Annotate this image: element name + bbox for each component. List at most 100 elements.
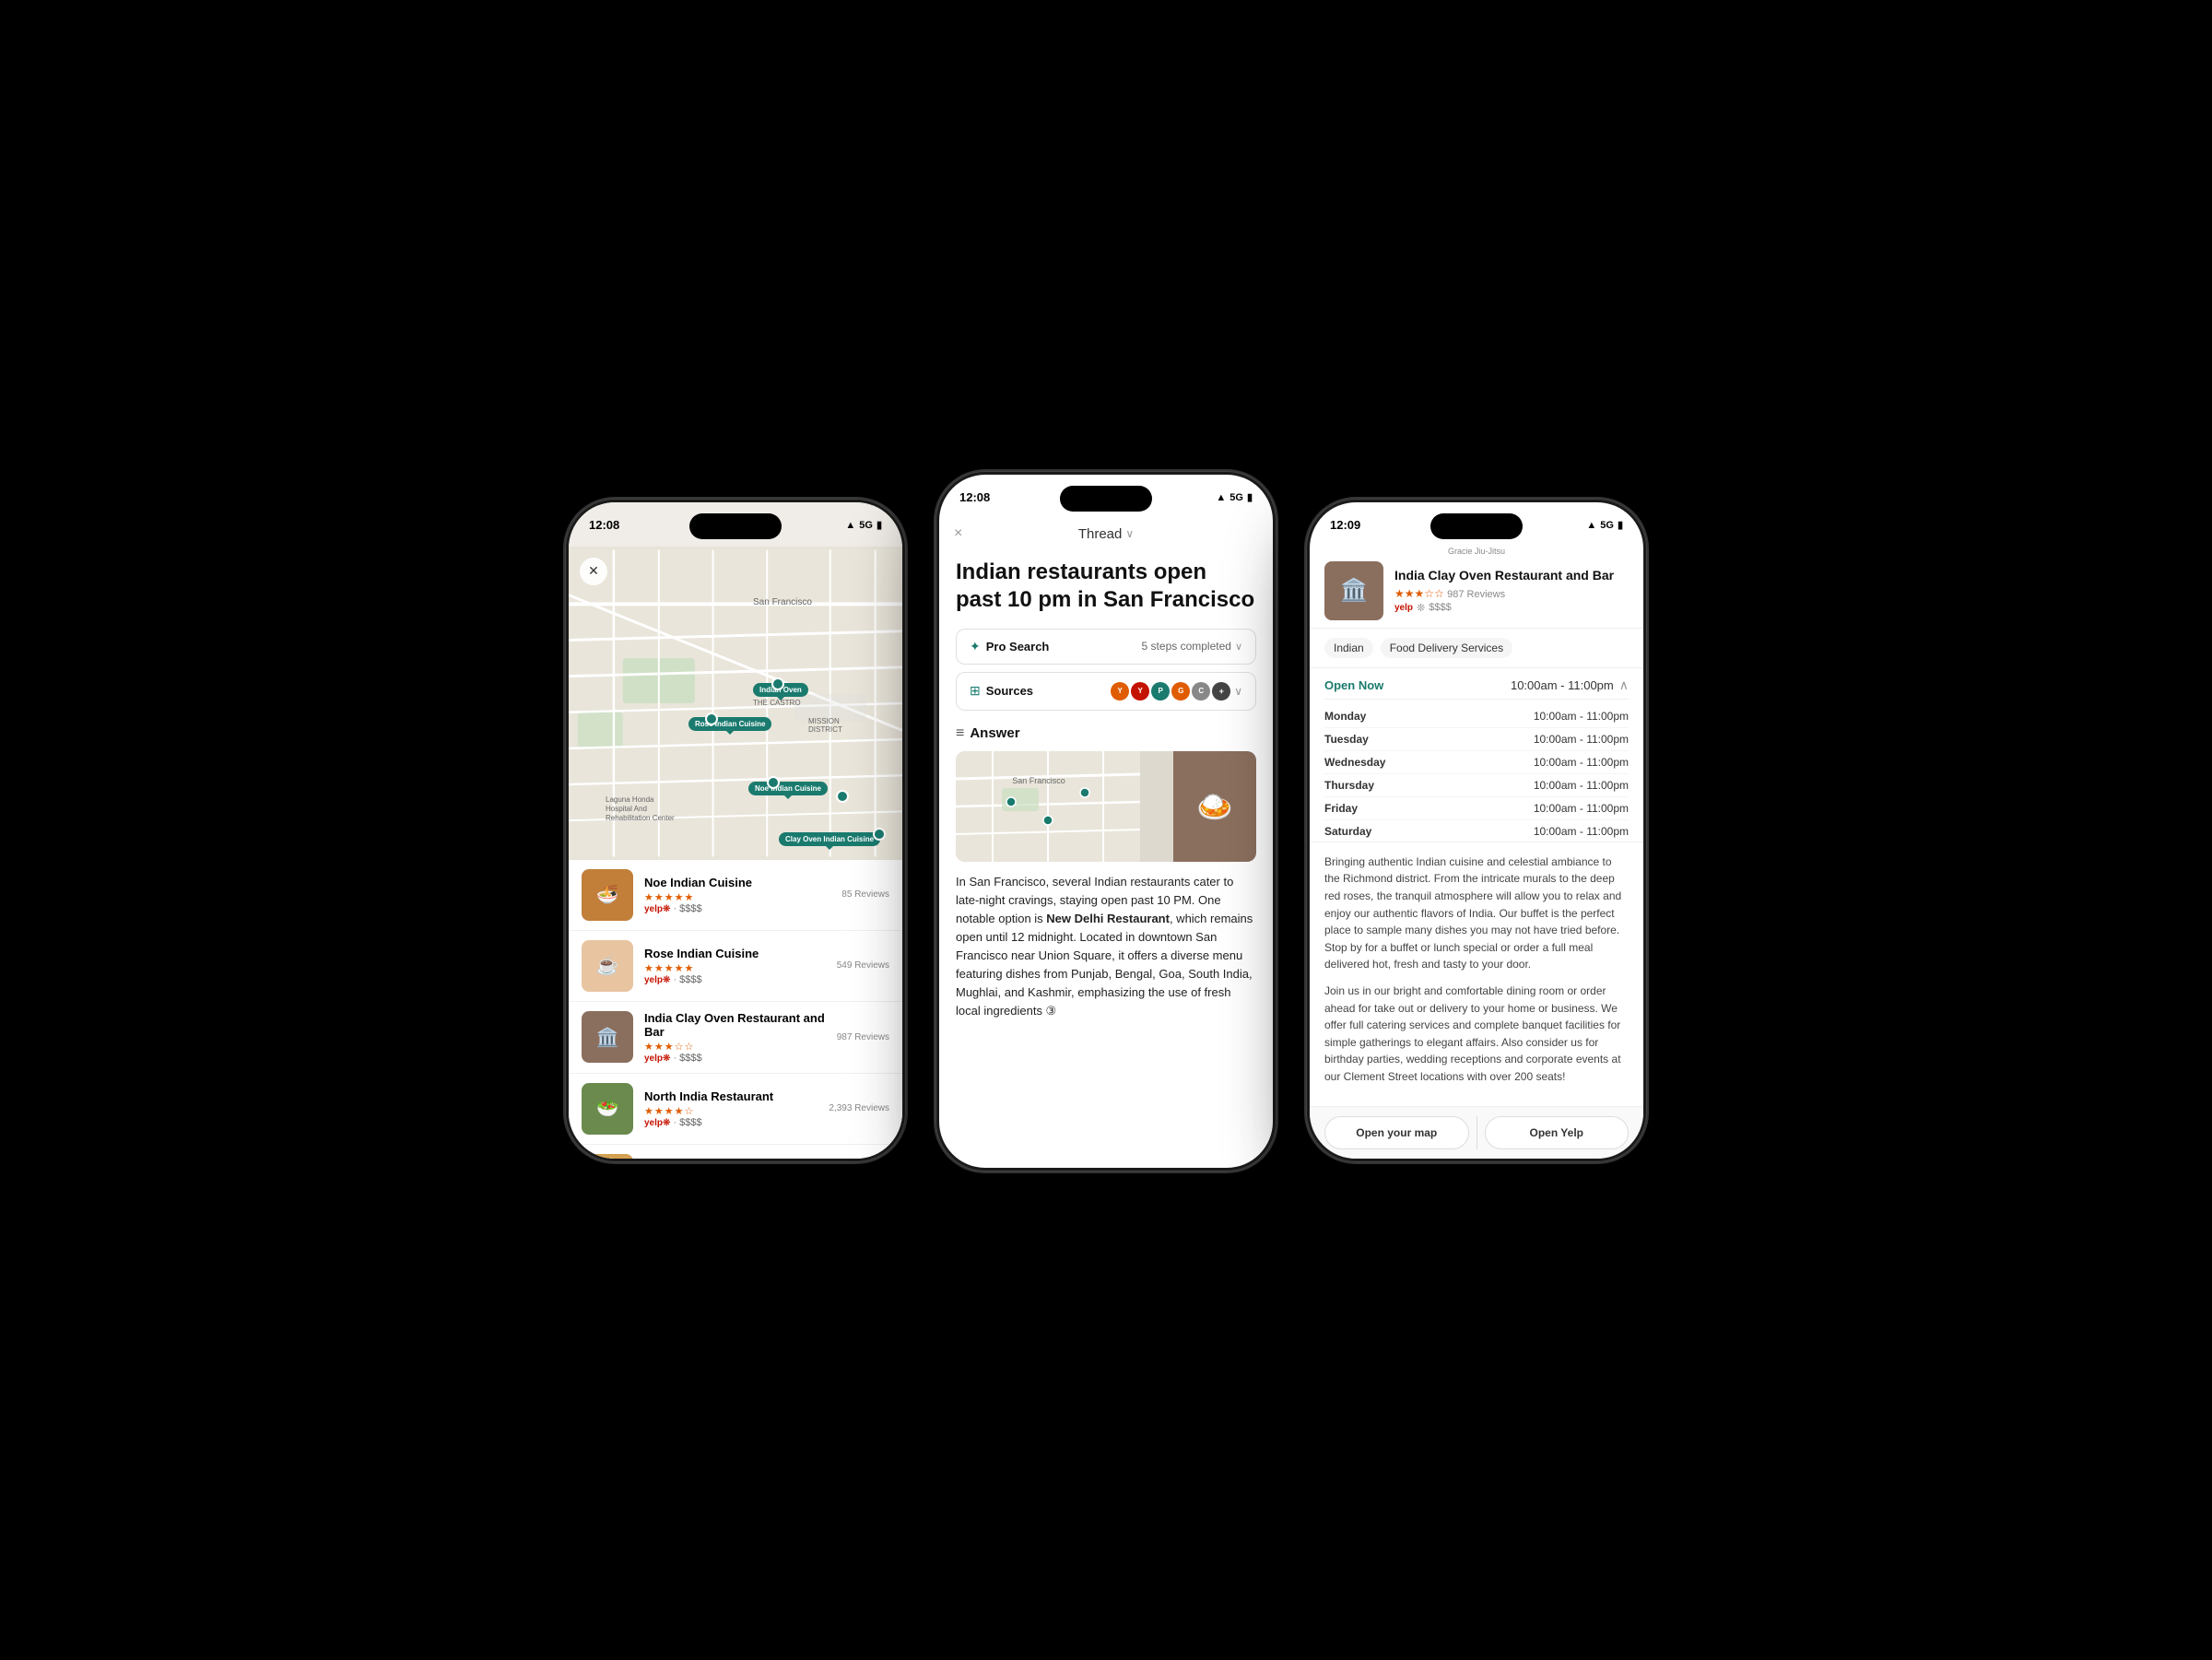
thread-query: Indian restaurants open past 10 pm in Sa… <box>956 559 1256 614</box>
hours-row-monday: Monday 10:00am - 11:00pm <box>1324 705 1629 728</box>
thread-title[interactable]: Thread ∨ <box>1078 526 1134 542</box>
restaurant-image-clay: 🏛️ <box>582 1011 633 1063</box>
dot-2 <box>705 712 718 725</box>
tag-indian[interactable]: Indian <box>1324 638 1373 658</box>
pin-noe-indian[interactable]: Noe Indian Cuisine <box>748 782 828 795</box>
food-emoji-north: 🥗 <box>582 1083 633 1135</box>
list-item[interactable]: 🏛️ India Clay Oven Restaurant and Bar ★★… <box>569 1002 902 1074</box>
hospital-label: Laguna HondaHospital AndRehabilitation C… <box>606 795 675 824</box>
restaurant-list: 🍜 Noe Indian Cuisine ★★★★★ yelp❊ · $$$$ … <box>569 860 902 1159</box>
hours-row-friday: Friday 10:00am - 11:00pm <box>1324 797 1629 820</box>
meta-rose: yelp❊ · $$$$ <box>644 974 826 985</box>
steps-text: 5 steps completed <box>1142 640 1231 653</box>
restaurant-image-north: 🥗 <box>582 1083 633 1135</box>
description-section: Bringing authentic Indian cuisine and ce… <box>1310 842 1643 1106</box>
open-now-label: Open Now <box>1324 678 1383 692</box>
map-area[interactable]: San Francisco MISSIONDISTRICT THE CASTRO… <box>569 547 902 860</box>
sources-row[interactable]: ⊞ Sources Y Y P G C + <box>956 672 1256 711</box>
detail-yelp-badge: yelp <box>1394 603 1413 613</box>
day-wednesday: Wednesday <box>1324 756 1417 769</box>
restaurant-info-rose: Rose Indian Cuisine ★★★★★ yelp❊ · $$$$ <box>644 947 826 985</box>
description-text-1: Bringing authentic Indian cuisine and ce… <box>1324 854 1629 973</box>
status-time-2: 12:08 <box>959 490 990 504</box>
hours-chevron-icon[interactable]: ∧ <box>1619 677 1629 693</box>
gracie-label: Gracie Jiu-Jitsu <box>1310 547 1643 558</box>
steps-chevron-icon: ∨ <box>1235 641 1242 653</box>
stars-rose: ★★★★★ <box>644 962 826 974</box>
signal-bars-3: 5G <box>1600 520 1614 531</box>
reviews-rose: 549 Reviews <box>837 960 889 971</box>
restaurant-detail-reviews: 987 Reviews <box>1447 589 1505 600</box>
dot-1 <box>771 677 784 690</box>
source-dot-3: P <box>1151 682 1170 700</box>
detail-yelp-star: ❊ <box>1417 602 1425 614</box>
dynamic-island-3 <box>1430 513 1523 539</box>
phone-3: 12:09 ▲ 5G ▮ Gracie Jiu-Jitsu 🏛️ India C… <box>1306 499 1647 1162</box>
signal-icon-2: ▲ <box>1216 492 1226 503</box>
list-item[interactable]: 🥗 North India Restaurant ★★★★☆ yelp❊ · $… <box>569 1074 902 1145</box>
day-monday: Monday <box>1324 710 1417 723</box>
status-time-1: 12:08 <box>589 518 619 532</box>
tag-delivery[interactable]: Food Delivery Services <box>1381 638 1512 658</box>
sources-icon: ⊞ <box>970 683 981 699</box>
open-yelp-button[interactable]: Open Yelp <box>1485 1116 1630 1149</box>
battery-icon-2: ▮ <box>1247 491 1253 503</box>
answer-header: ≡ Answer <box>956 725 1256 742</box>
open-now-row: Open Now 10:00am - 11:00pm ∧ <box>1324 677 1629 700</box>
day-thursday: Thursday <box>1324 779 1417 792</box>
pin-clay-oven[interactable]: Clay Oven Indian Cuisine <box>779 832 880 846</box>
pro-search-bar[interactable]: ✦ Pro Search 5 steps completed ∨ <box>956 629 1256 665</box>
yelp-badge-north: yelp❊ <box>644 1118 670 1128</box>
pin-rose-indian[interactable]: Rose Indian Cuisine <box>688 717 771 731</box>
day-tuesday: Tuesday <box>1324 733 1417 746</box>
food-emoji-oven: 🍛 <box>582 1154 633 1159</box>
wifi-icon-1: 5G <box>859 520 873 531</box>
status-time-3: 12:09 <box>1330 518 1360 532</box>
sources-right: Y Y P G C + ∨ <box>1111 682 1242 700</box>
answer-map-thumbnail[interactable]: San Francisco 🍛 <box>956 751 1256 862</box>
answer-menu-icon: ≡ <box>956 725 964 742</box>
scene: 12:08 ▲ 5G ▮ <box>0 0 2212 1660</box>
list-item[interactable]: ☕ Rose Indian Cuisine ★★★★★ yelp❊ · $$$$… <box>569 931 902 1002</box>
answer-section: ≡ Answer <box>956 725 1256 1021</box>
restaurant-name-noe: Noe Indian Cuisine <box>644 876 830 889</box>
mission-label: MISSIONDISTRICT <box>808 717 842 734</box>
price-north: $$$$ <box>679 1117 701 1128</box>
meta-noe: yelp❊ · $$$$ <box>644 903 830 914</box>
restaurant-info-north: North India Restaurant ★★★★☆ yelp❊ · $$$… <box>644 1089 818 1128</box>
sources-chevron-icon: ∨ <box>1234 685 1242 698</box>
yelp-badge-clay: yelp❊ <box>644 1054 670 1064</box>
phone-1-content: 12:08 ▲ 5G ▮ <box>569 502 902 1159</box>
battery-icon-1: ▮ <box>877 519 882 531</box>
steps-badge: 5 steps completed ∨ <box>1142 640 1242 653</box>
thread-chevron-icon: ∨ <box>1125 527 1134 540</box>
signal-icon-1: ▲ <box>845 520 855 531</box>
phone-2-screen: 12:08 ▲ 5G ▮ × Thread ∨ <box>939 475 1273 1168</box>
map-close-button[interactable]: ✕ <box>580 558 607 585</box>
hours-row-tuesday: Tuesday 10:00am - 11:00pm <box>1324 728 1629 751</box>
food-emoji-rose: ☕ <box>582 940 633 992</box>
pro-search-left: ✦ Pro Search <box>970 639 1049 654</box>
time-monday: 10:00am - 11:00pm <box>1534 710 1629 723</box>
thread-close-button[interactable]: × <box>954 525 962 542</box>
thumb-map-svg: San Francisco <box>956 751 1140 862</box>
source-dot-1: Y <box>1111 682 1129 700</box>
yelp-badge-rose: yelp❊ <box>644 975 670 985</box>
status-icons-1: ▲ 5G ▮ <box>845 519 882 531</box>
dot-3 <box>767 776 780 789</box>
thread-header: × Thread ∨ <box>939 519 1273 547</box>
list-item[interactable]: 🍛 Indian Oven ★★★☆☆ yelp❊ · $$$$ 879 Rev… <box>569 1145 902 1159</box>
pro-search-row: ✦ Pro Search 5 steps completed ∨ <box>970 639 1242 654</box>
phone-3-screen: 12:09 ▲ 5G ▮ Gracie Jiu-Jitsu 🏛️ India C… <box>1310 502 1643 1159</box>
reviews-noe: 85 Reviews <box>841 889 889 900</box>
answer-photo: 🍛 <box>1173 751 1256 862</box>
open-now-time: 10:00am - 11:00pm ∧ <box>1511 677 1629 693</box>
status-icons-2: ▲ 5G ▮ <box>1216 491 1253 503</box>
list-item[interactable]: 🍜 Noe Indian Cuisine ★★★★★ yelp❊ · $$$$ … <box>569 860 902 931</box>
restaurant-image-noe: 🍜 <box>582 869 633 921</box>
open-map-button[interactable]: Open your map <box>1324 1116 1469 1149</box>
signal-icon-3: ▲ <box>1586 520 1596 531</box>
restaurant-image-oven: 🍛 <box>582 1154 633 1159</box>
thread-content[interactable]: Indian restaurants open past 10 pm in Sa… <box>939 547 1273 1168</box>
price-rose: $$$$ <box>679 974 701 985</box>
